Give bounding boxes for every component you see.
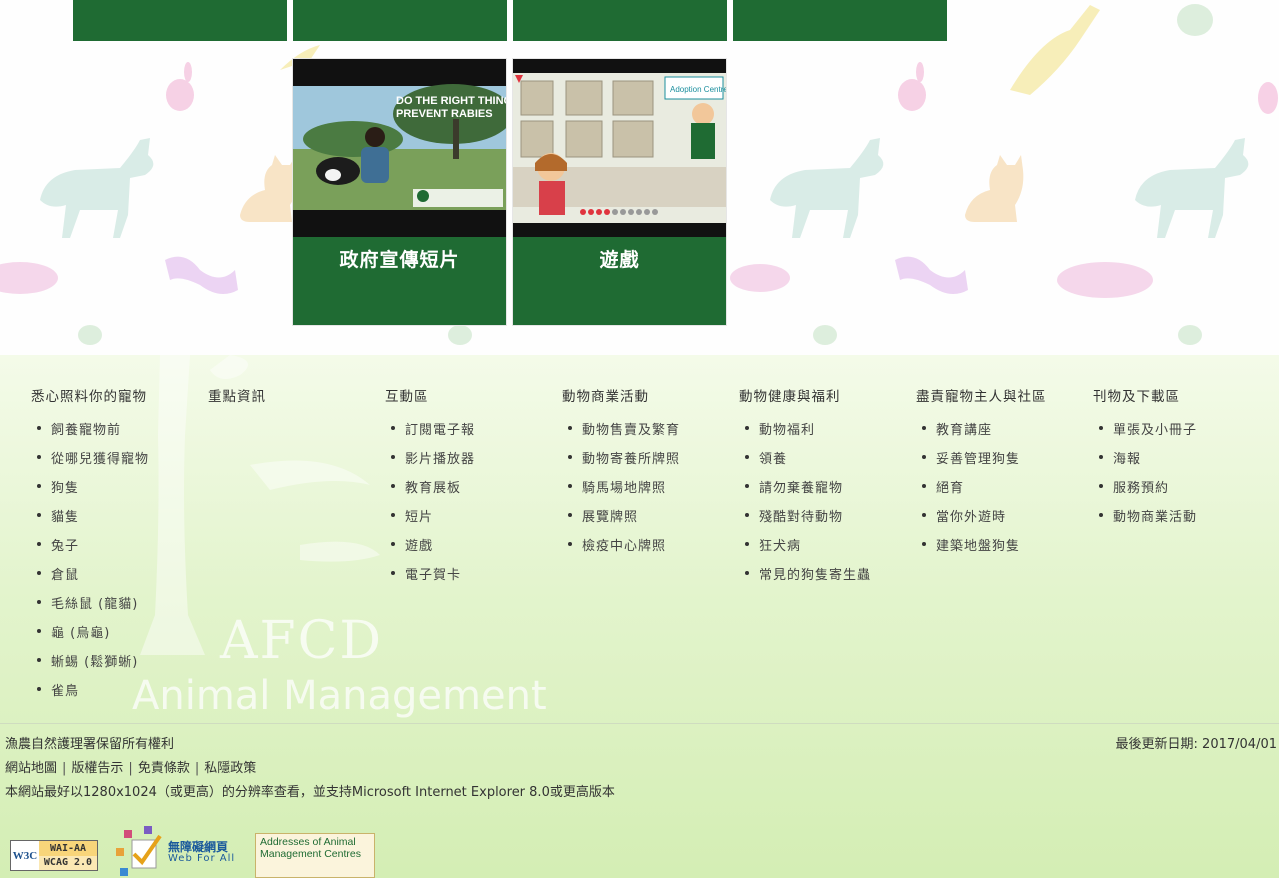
w3c-logo-icon: W3C	[12, 849, 38, 862]
tile-game[interactable]: Adoption Centre 遊戲	[512, 58, 727, 326]
nav-column-key-info: 重點資訊	[208, 385, 266, 405]
link-separator: |	[194, 761, 200, 776]
addresses-amc-button[interactable]: Addresses of Animal Management Centres	[255, 833, 375, 878]
svg-text:Adoption Centre: Adoption Centre	[670, 85, 726, 94]
nav-link[interactable]: 教育講座	[916, 419, 1047, 448]
browser-note: 本網站最好以1280x1024（或更高）的分辨率查看，並支持Microsoft …	[5, 785, 615, 800]
nav-heading[interactable]: 悉心照料你的寵物	[31, 385, 149, 405]
watermark-animal-management: Animal Management	[132, 673, 547, 719]
nav-link[interactable]: 貓隻	[31, 506, 149, 535]
nav-link[interactable]: 騎馬場地牌照	[562, 477, 680, 506]
nav-link[interactable]: 教育展板	[385, 477, 475, 506]
nav-link[interactable]: 動物寄養所牌照	[562, 448, 680, 477]
nav-column-pet-care: 悉心照料你的寵物 飼養寵物前 從哪兒獲得寵物 狗隻 貓隻 兔子 倉鼠 毛絲鼠 (…	[31, 385, 149, 709]
link-separator: |	[128, 761, 133, 776]
nav-link[interactable]: 動物售賣及繁育	[562, 419, 680, 448]
sitemap-link[interactable]: 網站地圖	[5, 761, 57, 776]
nav-link[interactable]: 殘酷對待動物	[739, 506, 871, 535]
top-tile-4[interactable]	[733, 0, 947, 41]
nav-link[interactable]: 絕育	[916, 477, 1047, 506]
web-for-all-icon	[116, 826, 162, 876]
nav-link[interactable]: 檢疫中心牌照	[562, 535, 680, 564]
wcag-level: WAI-AA WCAG 2.0	[39, 841, 97, 870]
nav-link[interactable]: 建築地盤狗隻	[916, 535, 1047, 564]
wcag-level-bottom: WCAG 2.0	[39, 856, 97, 870]
nav-link[interactable]: 妥善管理狗隻	[916, 448, 1047, 477]
nav-link[interactable]: 狂犬病	[739, 535, 871, 564]
tile-government-video[interactable]: DO THE RIGHT THING PREVENT RABIES 政府宣傳短片	[292, 58, 507, 326]
nav-link[interactable]: 當你外遊時	[916, 506, 1047, 535]
nav-column-interactive: 互動區 訂閱電子報 影片播放器 教育展板 短片 遊戲 電子賀卡	[385, 385, 475, 593]
nav-link[interactable]: 狗隻	[31, 477, 149, 506]
nav-link[interactable]: 影片播放器	[385, 448, 475, 477]
nav-link[interactable]: 遊戲	[385, 535, 475, 564]
nav-link[interactable]: 海報	[1093, 448, 1197, 477]
nav-link[interactable]: 單張及小冊子	[1093, 419, 1197, 448]
watermark-afcd: AFCD	[220, 611, 384, 671]
w3c-wcag-badge[interactable]: W3C WAI-AA WCAG 2.0	[10, 840, 98, 871]
svg-text:DO THE RIGHT THING: DO THE RIGHT THING	[396, 95, 506, 107]
addresses-amc-label: Addresses of Animal Management Centres	[260, 836, 361, 860]
nav-column-animal-trade: 動物商業活動 動物售賣及繁育 動物寄養所牌照 騎馬場地牌照 展覽牌照 檢疫中心牌…	[562, 385, 680, 564]
web-for-all-badge[interactable]: 無障礙網頁 Web For All	[116, 826, 241, 876]
nav-heading[interactable]: 刊物及下載區	[1093, 385, 1197, 405]
nav-heading[interactable]: 動物商業活動	[562, 385, 680, 405]
web-for-all-en: Web For All	[168, 853, 236, 864]
top-tile-2[interactable]	[293, 0, 507, 41]
nav-column-responsible-owners: 盡責寵物主人與社區 教育講座 妥善管理狗隻 絕育 當你外遊時 建築地盤狗隻	[916, 385, 1047, 564]
game-thumbnail: Adoption Centre	[513, 59, 726, 237]
nav-link[interactable]: 毛絲鼠 (龍貓)	[31, 593, 149, 622]
nav-link[interactable]: 兔子	[31, 535, 149, 564]
top-tile-1[interactable]	[73, 0, 287, 41]
nav-link[interactable]: 訂閱電子報	[385, 419, 475, 448]
nav-link[interactable]: 從哪兒獲得寵物	[31, 448, 149, 477]
nav-heading[interactable]: 互動區	[385, 385, 475, 405]
copyright-text: 漁農自然護理署保留所有權利	[5, 737, 175, 752]
nav-link[interactable]: 短片	[385, 506, 475, 535]
footer-links: 網站地圖 | 版權告示 | 免責條款 | 私隱政策	[5, 757, 256, 776]
nav-heading[interactable]: 盡責寵物主人與社區	[916, 385, 1047, 405]
top-tile-3[interactable]	[513, 0, 727, 41]
copyright-notice-link[interactable]: 版權告示	[71, 761, 123, 776]
link-separator: |	[62, 761, 67, 776]
tile-label: 遊戲	[599, 249, 640, 271]
nav-link[interactable]: 常見的狗隻寄生蟲	[739, 564, 871, 593]
nav-column-health-welfare: 動物健康與福利 動物福利 領養 請勿棄養寵物 殘酷對待動物 狂犬病 常見的狗隻寄…	[739, 385, 871, 593]
last-updated-text: 最後更新日期: 2017/04/01	[1115, 737, 1277, 752]
nav-link[interactable]: 服務預約	[1093, 477, 1197, 506]
nav-link[interactable]: 龜 (烏龜)	[31, 622, 149, 651]
nav-link[interactable]: 領養	[739, 448, 871, 477]
tile-label: 政府宣傳短片	[339, 249, 460, 271]
video-thumbnail: DO THE RIGHT THING PREVENT RABIES	[293, 59, 506, 237]
disclaimer-link[interactable]: 免責條款	[138, 761, 190, 776]
nav-link[interactable]: 展覽牌照	[562, 506, 680, 535]
nav-link[interactable]: 蜥蜴 (鬆獅蜥)	[31, 651, 149, 680]
footer-divider	[0, 723, 1279, 724]
nav-heading[interactable]: 動物健康與福利	[739, 385, 871, 405]
nav-link[interactable]: 動物商業活動	[1093, 506, 1197, 535]
nav-link[interactable]: 請勿棄養寵物	[739, 477, 871, 506]
svg-text:PREVENT RABIES: PREVENT RABIES	[396, 108, 493, 120]
nav-link[interactable]: 電子賀卡	[385, 564, 475, 593]
nav-link[interactable]: 動物福利	[739, 419, 871, 448]
nav-heading[interactable]: 重點資訊	[208, 385, 266, 405]
nav-link[interactable]: 倉鼠	[31, 564, 149, 593]
nav-link[interactable]: 飼養寵物前	[31, 419, 149, 448]
nav-link[interactable]: 雀鳥	[31, 680, 149, 709]
nav-column-publications: 刊物及下載區 單張及小冊子 海報 服務預約 動物商業活動	[1093, 385, 1197, 535]
privacy-policy-link[interactable]: 私隱政策	[204, 761, 256, 776]
wcag-level-top: WAI-AA	[39, 841, 97, 856]
